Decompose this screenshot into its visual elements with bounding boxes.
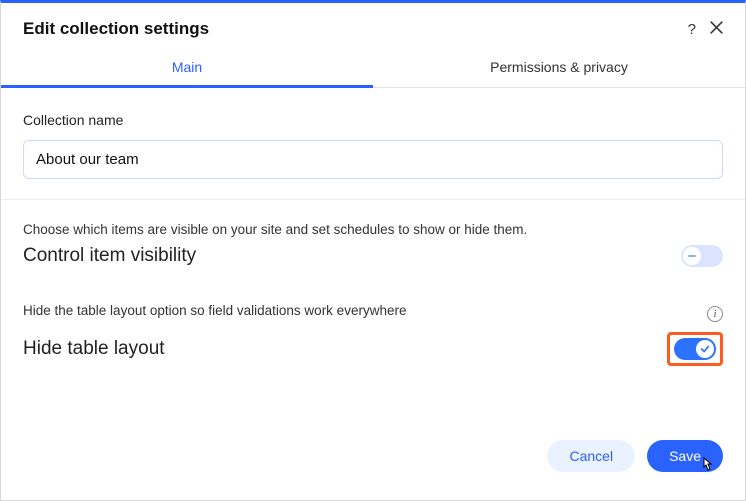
hide-layout-title: Hide table layout <box>23 338 165 360</box>
edit-collection-modal: Edit collection settings ? Main Permissi… <box>0 0 746 501</box>
visibility-section: Choose which items are visible on your s… <box>1 200 745 277</box>
tab-main[interactable]: Main <box>1 49 373 87</box>
visibility-helper: Choose which items are visible on your s… <box>23 222 723 237</box>
visibility-toggle[interactable] <box>681 245 723 267</box>
close-icon[interactable] <box>710 21 723 38</box>
modal-header: Edit collection settings ? <box>1 3 745 49</box>
toggle-knob <box>683 247 701 265</box>
tab-permissions[interactable]: Permissions & privacy <box>373 49 745 87</box>
help-icon[interactable]: ? <box>688 21 696 38</box>
collection-name-section: Collection name <box>1 88 745 200</box>
collection-name-input[interactable] <box>23 140 723 179</box>
toggle-knob <box>696 340 714 358</box>
info-icon[interactable]: i <box>707 306 723 322</box>
hide-layout-toggle[interactable] <box>674 338 716 360</box>
tabs: Main Permissions & privacy <box>1 49 745 88</box>
modal-footer: Cancel Save <box>1 426 745 500</box>
modal-title: Edit collection settings <box>23 19 688 39</box>
hide-layout-section: Hide the table layout option so field va… <box>1 277 745 376</box>
header-icons: ? <box>688 21 723 38</box>
collection-name-label: Collection name <box>23 112 723 128</box>
cancel-button[interactable]: Cancel <box>547 440 635 472</box>
visibility-title: Control item visibility <box>23 245 196 267</box>
tutorial-highlight <box>667 332 723 366</box>
save-button[interactable]: Save <box>647 440 723 472</box>
hide-layout-helper: Hide the table layout option so field va… <box>23 303 406 318</box>
